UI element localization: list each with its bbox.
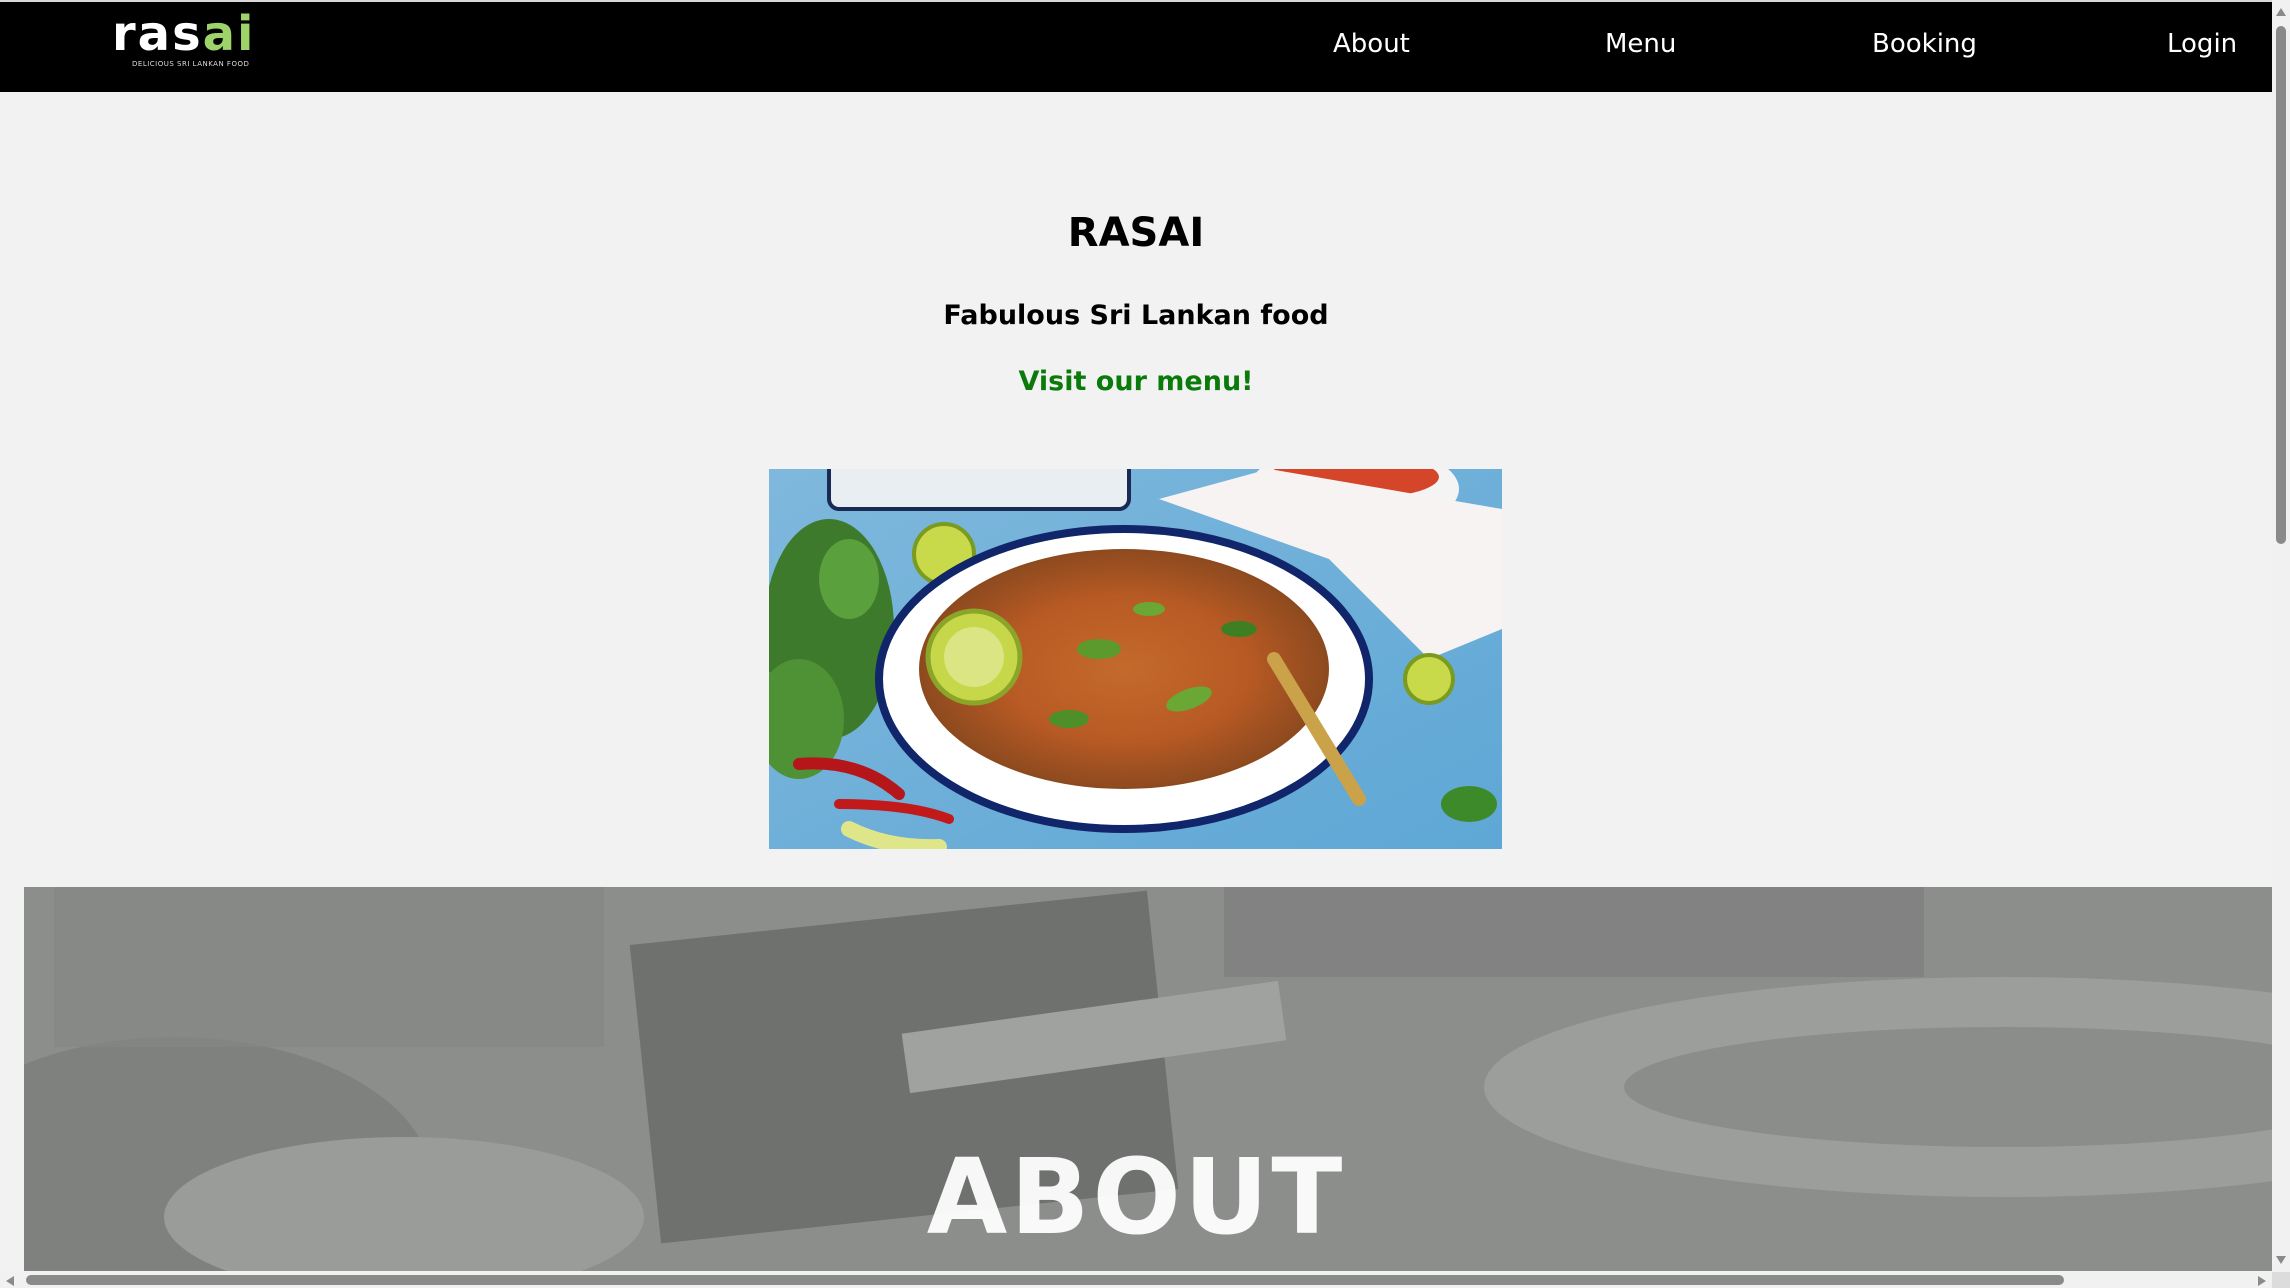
nav-link-menu[interactable]: Menu: [1605, 29, 1676, 59]
menu-cta: Visit our menu!: [0, 366, 2272, 397]
logo-wordmark: rasai: [112, 6, 256, 62]
vertical-scrollbar[interactable]: [2272, 0, 2290, 1272]
horizontal-scroll-thumb[interactable]: [26, 1275, 2064, 1285]
nav-link-login[interactable]: Login: [2167, 29, 2237, 59]
about-heading: ABOUT: [926, 1136, 1346, 1258]
vertical-scroll-thumb[interactable]: [2276, 26, 2286, 544]
scrollbar-corner: [2272, 1272, 2290, 1288]
hero-subtitle: Fabulous Sri Lankan food: [943, 300, 1329, 331]
scroll-up-arrow-icon[interactable]: [2276, 8, 2286, 16]
page: rasai DELICIOUS SRI LANKAN FOOD About Me…: [0, 0, 2290, 1288]
navbar: rasai DELICIOUS SRI LANKAN FOOD About Me…: [0, 0, 2272, 92]
horizontal-scrollbar[interactable]: [0, 1272, 2272, 1288]
page-title: RASAI: [1067, 210, 1205, 256]
food-photo: [769, 469, 1502, 849]
logo-tagline: DELICIOUS SRI LANKAN FOOD: [132, 60, 250, 68]
menu-cta-link[interactable]: Visit our menu!: [1019, 366, 1254, 397]
brand-logo[interactable]: rasai DELICIOUS SRI LANKAN FOOD: [112, 6, 253, 76]
nav-link-about[interactable]: About: [1333, 29, 1410, 59]
nav-link-booking[interactable]: Booking: [1872, 29, 1977, 59]
scroll-left-arrow-icon[interactable]: [6, 1276, 14, 1286]
scroll-right-arrow-icon[interactable]: [2258, 1276, 2266, 1286]
scroll-down-arrow-icon[interactable]: [2276, 1256, 2286, 1264]
